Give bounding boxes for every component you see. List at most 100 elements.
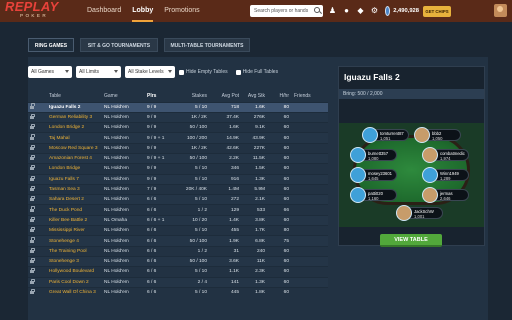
tab-sit-go[interactable]: SIT & GO TOURNAMENTS (80, 38, 158, 52)
table-row[interactable]: The Training Pool NL Hold'em 6 / 6 1 / 2 31 2… (28, 245, 328, 257)
table-row[interactable]: Killer Bee Battle 2 NL Omaha 6 / 6 + 1 10 /… (28, 214, 328, 226)
cell-plrs: 9 / 9 (145, 122, 170, 133)
col-plrs[interactable]: Plrs (145, 91, 170, 102)
row-avgpot: 42.6K (226, 145, 239, 151)
cell-game: NL Hold'em (102, 225, 145, 236)
tab-multi-table[interactable]: MULTI-TABLE TOURNAMENTS (164, 38, 250, 52)
row-stakes: 1K / 2K (191, 145, 207, 151)
cell-stakes: 10 / 20 (170, 214, 210, 226)
row-plrs: 9 / 9 (147, 125, 157, 131)
row-hhr: 60 (283, 217, 289, 223)
table-row[interactable]: Amazonian Forest 4 NL Hold'em 9 / 9 + 1 50 … (28, 152, 328, 164)
search-icon[interactable] (314, 7, 320, 13)
player-name: tomturrent87 (380, 130, 404, 136)
nav-promotions[interactable]: Promotions (164, 0, 199, 22)
table-row[interactable]: German Reliability 3 NL Hold'em 9 / 9 1K / … (28, 111, 328, 123)
cell-stakes: 50 / 100 (170, 152, 210, 164)
cell-plrs: 6 / 6 (145, 286, 170, 298)
player-avatar (362, 127, 378, 143)
player-seat[interactable]: Winn1949 1,289 (422, 167, 469, 183)
table-row[interactable]: Tasman Sea 3 NL Hold'em 7 / 9 20K / 40K 1.4M… (28, 183, 328, 195)
col-avgstk[interactable]: Avg Stk (242, 91, 268, 102)
cell-friends (292, 194, 328, 205)
nav-lobby[interactable]: Lobby (132, 0, 154, 22)
checkbox-box[interactable] (179, 69, 184, 75)
row-game: NL Hold'em (104, 269, 129, 275)
cell-avgpot: 272 (210, 194, 242, 205)
player-seat[interactable]: combatmedic 1,974 (422, 147, 469, 163)
cell-name: Hollywood Boulevard (47, 266, 102, 278)
table-row[interactable]: Mississippi River NL Hold'em 6 / 6 5 / 10 45… (28, 225, 328, 236)
table-row[interactable]: Hollywood Boulevard NL Hold'em 6 / 6 5 / 10… (28, 266, 328, 278)
player-name: Winn1949 (440, 170, 459, 176)
cell-lock (28, 245, 47, 257)
player-seat[interactable]: tomturrent87 1,051 (362, 127, 409, 143)
cell-avgstk: 1.5K (242, 163, 268, 175)
player-seat[interactable]: bbb2 1,050 (414, 127, 461, 143)
player-seat[interactable]: patti020 1,160 (350, 187, 397, 203)
limits-select[interactable]: All Limits (76, 66, 121, 78)
table-row[interactable]: Iguazu Falls 7 NL Hold'em 9 / 9 5 / 10 916 1.… (28, 173, 328, 185)
player-seat[interactable]: JackSchW 1,001 (396, 205, 443, 221)
poker-table-preview[interactable]: tomturrent87 1,051 bbb2 1,050 burnett357 1,08… (339, 123, 484, 227)
user-avatar[interactable] (494, 4, 507, 17)
nav-dashboard[interactable]: Dashboard (87, 0, 121, 22)
cell-friends (292, 132, 328, 144)
col-friends[interactable]: Friends (292, 91, 328, 102)
cell-name: Mississippi River (47, 225, 102, 236)
games-select[interactable]: All Games (28, 66, 72, 78)
row-hhr: 60 (283, 187, 289, 193)
view-table-button[interactable]: VIEW TABLE (380, 234, 442, 247)
cell-avgstk: 43.9K (242, 132, 268, 144)
hide-empty-checkbox[interactable]: Hide Empty Tables (179, 69, 228, 75)
search-input[interactable]: Search players or hands (250, 5, 323, 17)
row-avgpot: 141 (230, 279, 239, 285)
row-name: Great Wall Of China 3 (49, 290, 96, 296)
table-row[interactable]: Moscow Red Square 3 NL Hold'em 9 / 9 1K / 2… (28, 142, 328, 154)
row-name: Stonehenge 4 (49, 238, 79, 244)
row-plrs: 9 / 9 (147, 114, 157, 120)
replay-poker-logo[interactable]: REPLAY POKER (5, 0, 73, 21)
cell-hhr: 60 (268, 163, 292, 175)
player-seat[interactable]: jermas 2,646 (422, 187, 469, 203)
table-row[interactable]: London Bridge NL Hold'em 9 / 9 5 / 10 346 1.5… (28, 163, 328, 175)
gear-icon[interactable]: ⚙ (370, 6, 379, 15)
cell-avgstk: 3.8K (242, 214, 268, 226)
checkbox-box[interactable] (235, 69, 241, 75)
table-header: Table Game Plrs Stakes Avg Pot Avg Stk H… (28, 91, 328, 102)
col-avgpot[interactable]: Avg Pot (210, 91, 242, 102)
player-chips: 1,974 (440, 155, 451, 161)
notifications-icon[interactable]: ◆ (356, 6, 365, 15)
table-row[interactable]: Iguazu Falls 2 NL Hold'em 9 / 9 5 / 10 718 1.… (28, 101, 328, 113)
chat-icon[interactable]: ● (342, 6, 351, 15)
col-stakes[interactable]: Stakes (170, 91, 210, 102)
table-row[interactable]: Taj Mahal NL Hold'em 9 / 9 + 1 100 / 200 14.… (28, 132, 328, 144)
player-seat[interactable]: burnett357 1,080 (350, 147, 397, 163)
col-game[interactable]: Game (102, 91, 145, 102)
cell-lock (28, 152, 47, 164)
col-hhr[interactable]: H/hr (268, 91, 292, 102)
tab-ring-games[interactable]: RING GAMES (28, 38, 74, 52)
cell-plrs: 6 / 6 (145, 245, 170, 257)
row-name: Killer Bee Battle 2 (49, 217, 88, 223)
get-chips-button[interactable]: GET CHIPS (423, 6, 451, 17)
cell-lock (28, 266, 47, 278)
stakes-select[interactable]: All Stake Levels (125, 66, 175, 78)
cell-avgstk: 6.8K (242, 235, 268, 247)
table-row[interactable]: Stonehenge 4 NL Hold'em 6 / 6 50 / 100 1.9K 6… (28, 235, 328, 247)
row-name: Iguazu Falls 7 (49, 176, 79, 182)
table-row[interactable]: Sahara Desert 2 NL Hold'em 6 / 6 5 / 10 272 2… (28, 194, 328, 205)
friends-icon[interactable]: ♟ (328, 6, 337, 15)
table-row[interactable]: Paris Cool Down 2 NL Hold'em 6 / 6 2 / 4 141… (28, 276, 328, 288)
row-avgpot: 346 (230, 166, 239, 172)
col-table[interactable]: Table (47, 91, 102, 102)
lock-icon (30, 134, 35, 140)
table-row[interactable]: Great Wall Of China 3 NL Hold'em 6 / 6 5 / … (28, 286, 328, 298)
cell-avgstk: 11K (242, 255, 268, 267)
lock-icon (30, 196, 35, 202)
table-row[interactable]: London Bridge 2 NL Hold'em 9 / 9 50 / 100 1.… (28, 122, 328, 133)
table-row[interactable]: The Duck Pond NL Hold'em 6 / 6 1 / 2 129 533 6… (28, 204, 328, 216)
hide-full-checkbox[interactable]: Hide Full Tables (235, 69, 278, 75)
table-row[interactable]: Stonehenge 3 NL Hold'em 6 / 6 50 / 100 3.6K 1… (28, 255, 328, 267)
player-seat[interactable]: mosey23601 1,645 (350, 167, 397, 183)
